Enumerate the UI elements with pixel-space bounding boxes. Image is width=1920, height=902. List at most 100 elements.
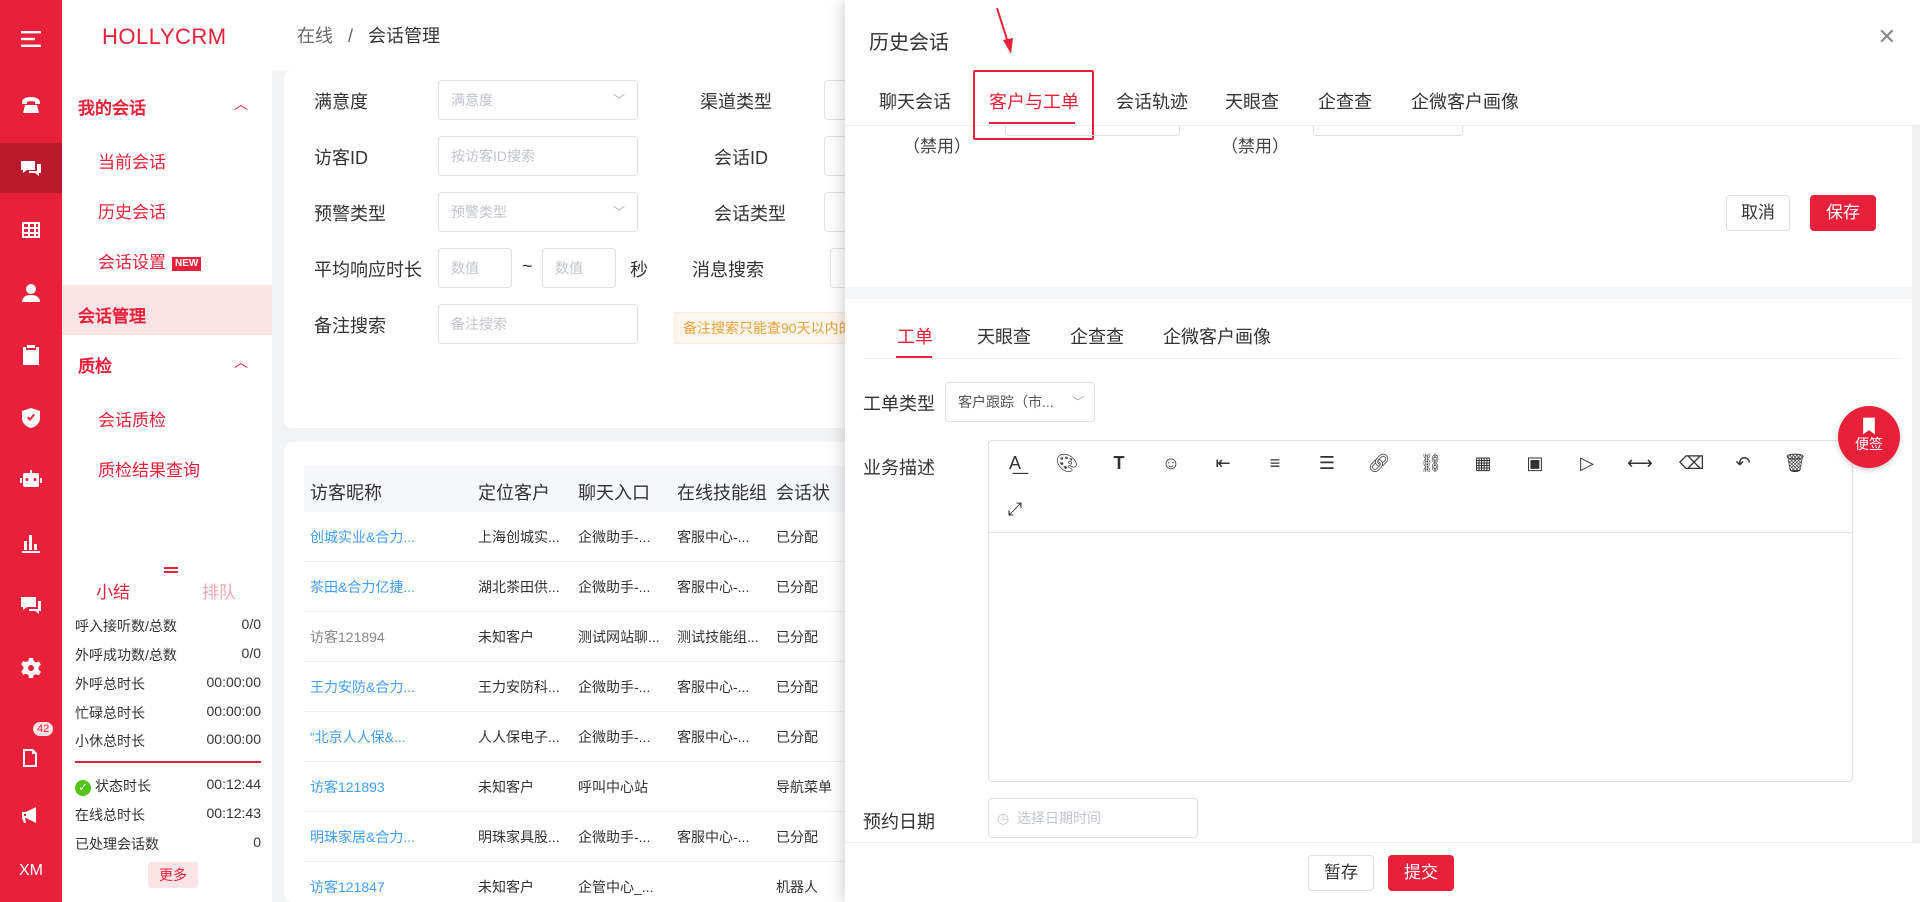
tab-chat-session[interactable]: 聊天会话 (879, 88, 951, 114)
stat-value: 0/0 (241, 645, 261, 661)
trash-icon[interactable]: 🗑︎ (1783, 451, 1807, 475)
stat-label: 外呼总时长 (75, 676, 145, 692)
link-icon[interactable]: 🔗︎ (1367, 451, 1391, 475)
horizontal-rule-icon[interactable]: ⟷ (1627, 451, 1653, 475)
message-icon[interactable] (0, 580, 62, 630)
skill-group: 客服中心-... (677, 729, 750, 745)
stat-row: 呼入接听数/总数 0/0 (75, 616, 261, 636)
session-status: 已分配 (776, 579, 818, 595)
subtab-ticket[interactable]: 工单 (897, 323, 933, 349)
phone-icon[interactable] (0, 80, 62, 130)
heading-icon[interactable]: A͟ (1003, 451, 1027, 475)
grid-icon[interactable] (0, 205, 62, 255)
visitor-nickname[interactable]: 访客121894 (310, 627, 460, 647)
chart-icon[interactable] (0, 518, 62, 568)
shield-icon[interactable] (0, 393, 62, 443)
visitor-id-input[interactable]: 按访客ID搜索 (438, 136, 638, 176)
menu-my-sessions[interactable]: 我的会话 (78, 94, 146, 119)
collapse-caret-icon[interactable]: ︿ (234, 94, 248, 114)
alert-type-select[interactable]: 预警类型 ﹀ (438, 192, 638, 232)
disabled-field-1 (1005, 126, 1180, 136)
breadcrumb-root[interactable]: 在线 (297, 26, 333, 46)
ticket-type-select[interactable]: 客户跟踪（市... ﹀ (945, 382, 1095, 422)
stat-row: 外呼成功数/总数 0/0 (75, 645, 261, 665)
menu-current-session[interactable]: 当前会话 (98, 148, 166, 173)
menu-qc-result[interactable]: 质检结果查询 (98, 456, 200, 481)
avg-response-min-input[interactable]: 数值 (438, 248, 512, 288)
table-icon[interactable]: ▦ (1471, 451, 1495, 475)
fullscreen-icon[interactable]: ⤢ (1003, 497, 1027, 521)
draft-button[interactable]: 暂存 (1308, 855, 1374, 891)
stat-label: 呼入接听数/总数 (75, 618, 177, 634)
avg-response-max-input[interactable]: 数值 (542, 248, 616, 288)
more-button[interactable]: 更多 (148, 862, 198, 888)
megaphone-icon[interactable] (0, 790, 62, 840)
chat-icon[interactable] (0, 143, 62, 193)
image-icon[interactable]: ▣ (1523, 451, 1547, 475)
note-search-input[interactable]: 备注搜索 (438, 304, 638, 344)
stat-label: 状态时长 (95, 778, 151, 794)
rich-text-editor[interactable]: A͟ 🎨︎ T ☺ ⇤ ≡ ☰ 🔗︎ ⛓ ▦ ▣ ▷ ⟷ ⌫ ↶ 🗑︎ ⤢ (988, 440, 1853, 782)
user-icon[interactable] (0, 268, 62, 318)
appointment-date-picker[interactable]: ◷ 选择日期时间 (988, 798, 1198, 838)
located-customer: 王力安防科... (478, 679, 560, 695)
visitor-nickname[interactable]: 访客121893 (310, 777, 460, 797)
visitor-nickname[interactable]: 访客121847 (310, 877, 460, 897)
menu-icon[interactable] (0, 14, 62, 64)
undo-icon[interactable]: ↶ (1731, 451, 1755, 475)
note-float-button[interactable]: 便签 (1838, 406, 1900, 468)
align-left-icon[interactable]: ≡ (1263, 451, 1287, 475)
menu-session-settings[interactable]: 会话设置 NEW (98, 248, 202, 273)
close-icon[interactable]: ✕ (1878, 24, 1896, 50)
emoji-icon[interactable]: ☺ (1159, 451, 1183, 475)
menu-qc-session[interactable]: 会话质检 (98, 406, 166, 431)
stats-divider (75, 761, 261, 763)
robot-icon[interactable] (0, 455, 62, 505)
tab-tianyancha[interactable]: 天眼查 (1225, 88, 1279, 114)
stat-row: 外呼总时长 00:00:00 (75, 674, 261, 694)
visitor-nickname[interactable]: 创城实业&合力... (310, 527, 460, 547)
skill-group: 客服中心-... (677, 529, 750, 545)
font-size-icon[interactable]: T (1107, 451, 1131, 475)
save-button[interactable]: 保存 (1810, 195, 1876, 231)
eraser-icon[interactable]: ⌫ (1679, 451, 1704, 475)
clipboard-icon[interactable] (0, 330, 62, 380)
indent-icon[interactable]: ⇤ (1211, 451, 1235, 475)
palette-icon[interactable]: 🎨︎ (1055, 451, 1079, 475)
subtab-qichacha[interactable]: 企查查 (1070, 323, 1124, 349)
stats-tab-queue[interactable]: 排队 (202, 578, 236, 603)
unlink-icon[interactable]: ⛓ (1419, 451, 1443, 475)
tab-session-track[interactable]: 会话轨迹 (1116, 88, 1188, 114)
stats-tab-summary[interactable]: 小结 (96, 578, 130, 603)
cancel-button[interactable]: 取消 (1726, 195, 1790, 231)
collapse-caret-icon[interactable]: ︿ (234, 352, 248, 372)
tab-qichacha[interactable]: 企查查 (1318, 88, 1372, 114)
breadcrumb-current: 会话管理 (368, 26, 441, 46)
skill-group: 客服中心-... (677, 579, 750, 595)
session-type-label: 会话类型 (714, 204, 786, 224)
stat-label-with-icon: ✓ 状态时长 (75, 776, 151, 796)
book-icon[interactable]: 42 (0, 721, 62, 783)
subtab-tianyancha[interactable]: 天眼查 (977, 323, 1031, 349)
menu-qc[interactable]: 质检 (78, 352, 112, 377)
menu-history-session[interactable]: 历史会话 (98, 198, 166, 223)
satisfaction-select[interactable]: 满意度 ﹀ (438, 80, 638, 120)
located-customer: 未知客户 (478, 629, 534, 645)
visitor-nickname[interactable]: 王力安防&合力... (310, 677, 460, 697)
submit-button[interactable]: 提交 (1388, 855, 1454, 891)
video-icon[interactable]: ▷ (1575, 451, 1599, 475)
notification-badge: 42 (32, 721, 55, 737)
xm-icon[interactable]: XM (0, 846, 62, 896)
subtab-wecom-profile[interactable]: 企微客户画像 (1163, 323, 1271, 349)
bullet-list-icon[interactable]: ☰ (1315, 451, 1339, 475)
visitor-nickname[interactable]: 茶田&合力亿捷... (310, 577, 460, 597)
nav-sidebar: HOLLYCRM 我的会话 ︿ 当前会话 历史会话 会话设置 NEW 会话管理 质… (62, 0, 272, 902)
drawer-scrollbar[interactable] (1912, 126, 1920, 842)
session-status: 导航菜单 (776, 779, 832, 795)
menu-session-management[interactable]: 会话管理 (78, 302, 146, 327)
skill-group: 客服中心-... (677, 679, 750, 695)
tab-wecom-profile[interactable]: 企微客户画像 (1411, 88, 1519, 114)
visitor-nickname[interactable]: 明珠家居&合力... (310, 827, 460, 847)
gear-icon[interactable] (0, 643, 62, 693)
visitor-nickname[interactable]: “北京人人保&... (310, 727, 460, 747)
